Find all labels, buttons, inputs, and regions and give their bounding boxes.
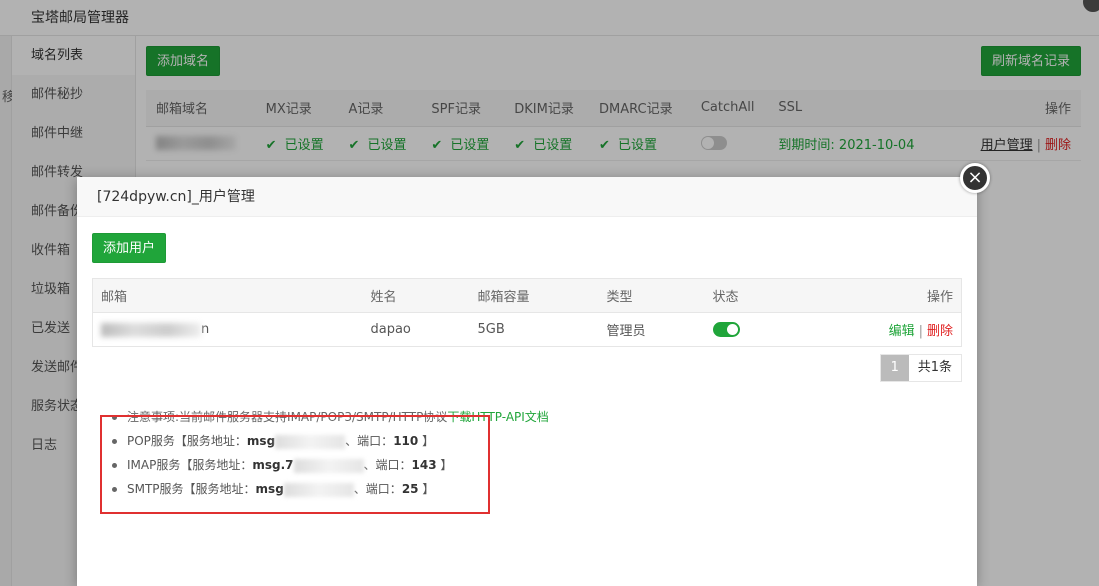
delete-user-link[interactable]: 删除	[927, 324, 953, 339]
status-toggle[interactable]	[712, 322, 740, 337]
column-header-type: 类型	[598, 278, 705, 313]
column-header-actions: 操作	[824, 278, 962, 313]
name-cell: dapao	[370, 322, 411, 337]
edit-user-link[interactable]: 编辑	[889, 324, 915, 339]
page-number[interactable]: 1	[880, 355, 909, 381]
email-suffix: n	[201, 322, 210, 337]
status-cell	[705, 313, 825, 347]
highlight-annotation-box	[100, 415, 490, 514]
dialog-title: [724dpyw.cn]_用户管理	[77, 177, 977, 217]
pagination: 1 共1条	[879, 354, 962, 382]
quota-cell: 5GB	[477, 322, 505, 337]
add-user-button[interactable]: 添加用户	[92, 233, 167, 263]
email-cell: n	[93, 313, 363, 347]
total-count: 共1条	[917, 360, 952, 375]
column-header-name: 姓名	[362, 278, 470, 313]
type-cell: 管理员	[606, 324, 646, 339]
actions-cell: 编辑 | 删除	[825, 313, 962, 347]
user-management-dialog: [724dpyw.cn]_用户管理 × 添加用户 邮箱 姓名 邮箱容量 类型 状…	[77, 163, 990, 586]
close-icon[interactable]: ×	[960, 163, 990, 193]
column-header-status: 状态	[704, 278, 825, 313]
table-row: n dapao 5GB 管理员 编辑 | 删除	[93, 313, 962, 347]
column-header-quota: 邮箱容量	[469, 278, 599, 313]
separator: |	[918, 324, 923, 339]
redacted-email	[101, 322, 201, 337]
user-table: 邮箱 姓名 邮箱容量 类型 状态 操作 n dapao 5GB 管理员 编辑 | 删…	[92, 278, 962, 347]
column-header-email: 邮箱	[92, 278, 363, 313]
